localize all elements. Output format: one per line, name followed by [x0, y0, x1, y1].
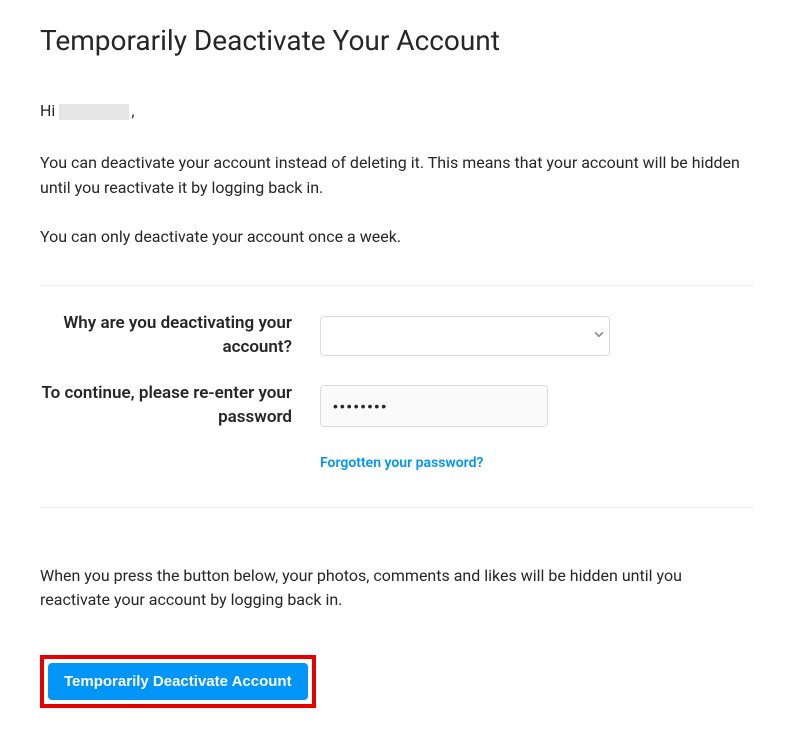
- description-paragraph-2: You can only deactivate your account onc…: [40, 225, 750, 250]
- form-section: Why are you deactivating your account? T…: [40, 312, 754, 470]
- bottom-info: When you press the button below, your ph…: [40, 564, 750, 614]
- divider-bottom: [40, 507, 754, 508]
- greeting: Hi,: [40, 99, 754, 123]
- reason-select[interactable]: [320, 316, 610, 356]
- forgot-password-link[interactable]: Forgotten your password?: [320, 455, 483, 471]
- greeting-prefix: Hi: [40, 101, 55, 120]
- divider-top: [40, 285, 754, 286]
- description-paragraph-1: You can deactivate your account instead …: [40, 151, 750, 201]
- greeting-suffix: ,: [131, 101, 134, 120]
- page-title: Temporarily Deactivate Your Account: [40, 24, 754, 57]
- reason-label: Why are you deactivating your account?: [40, 312, 320, 360]
- highlight-box: Temporarily Deactivate Account: [40, 655, 316, 708]
- reason-select-wrap: [320, 316, 620, 356]
- redacted-name: [59, 104, 129, 120]
- password-input[interactable]: [320, 385, 548, 427]
- password-label: To continue, please re-enter your passwo…: [40, 382, 320, 430]
- deactivate-button[interactable]: Temporarily Deactivate Account: [48, 663, 308, 700]
